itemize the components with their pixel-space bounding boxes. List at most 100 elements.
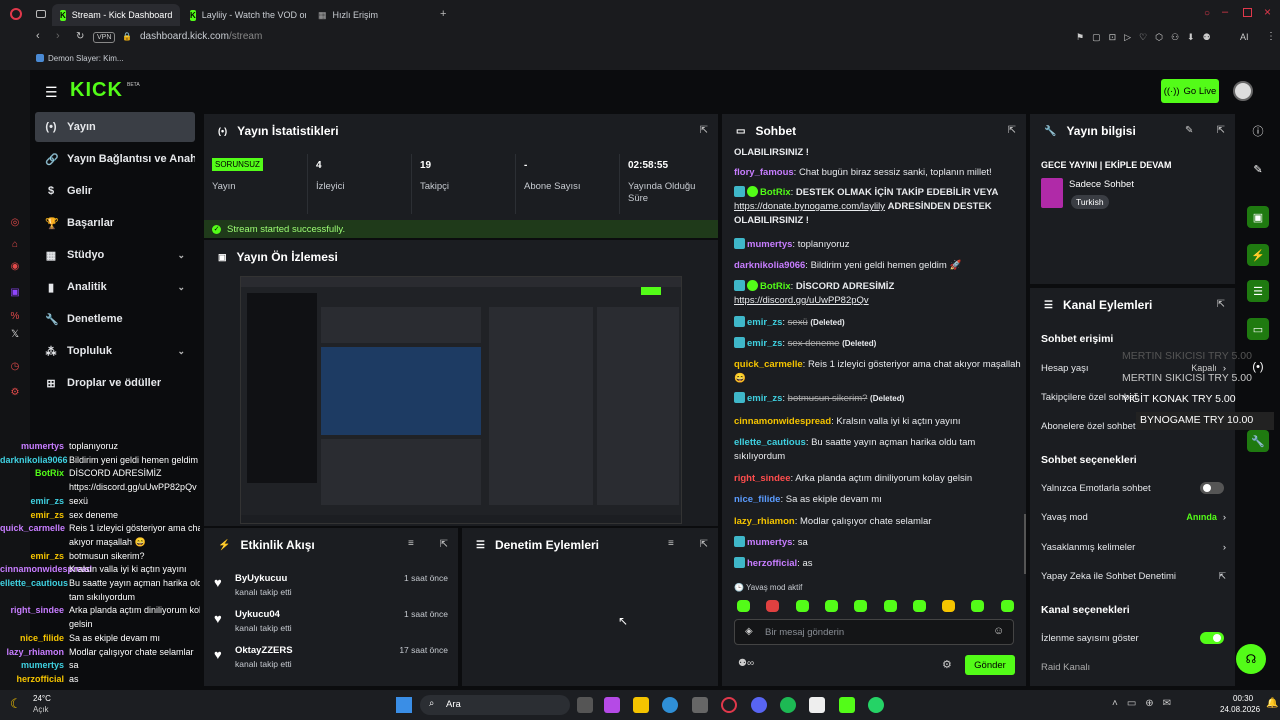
- messenger-icon[interactable]: ◉: [9, 260, 21, 272]
- spotify-icon[interactable]: [780, 697, 796, 713]
- emote-icon[interactable]: [795, 600, 809, 612]
- percent-icon[interactable]: %: [9, 310, 21, 322]
- chat-username[interactable]: mumertys: [747, 239, 792, 250]
- emote-icon[interactable]: [1000, 600, 1014, 612]
- nav-item-analytics[interactable]: ▮ Analitik ⌄: [35, 272, 195, 302]
- nav-item-stream-key[interactable]: 🔗 Yayın Bağlantısı ve Anahtarı: [35, 144, 195, 174]
- clock-time[interactable]: 00:30: [1233, 694, 1253, 703]
- nav-item-drops[interactable]: ⊞ Droplar ve ödüller: [35, 368, 195, 398]
- nav-item-revenue[interactable]: $ Gelir: [35, 176, 195, 206]
- forward-icon[interactable]: ›: [56, 30, 60, 42]
- new-tab-icon[interactable]: +: [440, 8, 446, 20]
- weather-temp[interactable]: 24°C: [33, 694, 51, 703]
- shopping-icon[interactable]: ⌂: [9, 238, 21, 250]
- nav-item-community[interactable]: ⁂ Topluluk ⌄: [35, 336, 195, 366]
- toolbar-extension-icons[interactable]: ⚑▢⊡▷♡⬡⚇⬇⚉: [1076, 32, 1219, 43]
- notifications-icon[interactable]: 🔔: [1266, 698, 1278, 709]
- system-tray-icons[interactable]: ˄▭⊕✉: [1112, 698, 1180, 709]
- hamburger-menu-icon[interactable]: ☰: [45, 84, 58, 101]
- chat-username[interactable]: right_sindee: [734, 473, 791, 484]
- settings-icon[interactable]: ⚙: [9, 386, 21, 398]
- chat-link[interactable]: https://discord.gg/uUwPP82pQv: [734, 295, 869, 306]
- maximize-icon[interactable]: [1243, 8, 1252, 17]
- stream-preview-video[interactable]: [240, 276, 682, 524]
- chat-username[interactable]: herzofficial: [747, 558, 797, 569]
- kick-app-icon[interactable]: [839, 697, 855, 713]
- url-field[interactable]: dashboard.kick.com/stream: [140, 31, 262, 42]
- menu-icon[interactable]: ⋮: [1266, 31, 1276, 42]
- emotes-only-toggle[interactable]: [1200, 482, 1224, 494]
- edit-icon[interactable]: ✎: [1185, 125, 1193, 136]
- support-headset-icon[interactable]: ☊: [1236, 644, 1266, 674]
- capcut-icon[interactable]: [809, 697, 825, 713]
- opera-icon[interactable]: [721, 697, 737, 713]
- aria-icon[interactable]: ◎: [9, 216, 21, 228]
- emote-icon[interactable]: [942, 600, 956, 612]
- chat-username[interactable]: BotRix: [760, 187, 791, 198]
- tab-speed-dial[interactable]: ▦ Hızlı Erişim: [310, 4, 420, 26]
- chat-username[interactable]: darknikolia9066: [734, 260, 805, 271]
- nav-item-yayin[interactable]: (•) Yayın: [35, 112, 195, 142]
- whatsapp-icon[interactable]: [868, 697, 884, 713]
- broadcast-icon[interactable]: (•): [1247, 356, 1269, 378]
- category-name[interactable]: Sadece Sohbet: [1069, 179, 1134, 190]
- chat-input[interactable]: ◈ Bir mesaj gönderin ☺: [734, 619, 1014, 645]
- vpn-badge[interactable]: VPN: [93, 32, 116, 43]
- history-icon[interactable]: ◷: [9, 360, 21, 372]
- users-icon[interactable]: ⚉∞: [738, 658, 754, 669]
- show-viewers-toggle[interactable]: [1200, 632, 1224, 644]
- stats-panel-icon[interactable]: ▣: [1247, 206, 1269, 228]
- activity-name[interactable]: ByUykucuu: [235, 573, 287, 584]
- discord-icon[interactable]: [751, 697, 767, 713]
- lightning-icon[interactable]: ⚡: [1247, 244, 1269, 266]
- opera-logo-icon[interactable]: [10, 8, 22, 20]
- back-icon[interactable]: ‹: [36, 30, 40, 42]
- emote-icon[interactable]: [766, 600, 780, 612]
- setting-slow-mode[interactable]: Yavaş mod Anında ›: [1041, 507, 1226, 527]
- emote-icon[interactable]: [824, 600, 838, 612]
- emote-icon[interactable]: [737, 600, 750, 612]
- chat-username[interactable]: nice_filide: [734, 494, 780, 505]
- minimize-icon[interactable]: –: [1222, 6, 1228, 18]
- emoji-icon[interactable]: ☺: [993, 625, 1004, 637]
- popout-icon[interactable]: ⇱: [440, 539, 448, 550]
- tab-vod[interactable]: K Layliiy - Watch the VOD on: [182, 4, 306, 26]
- emote-icon[interactable]: [883, 600, 897, 612]
- emote-icon[interactable]: [854, 600, 868, 612]
- store-icon[interactable]: [692, 697, 708, 713]
- popout-icon[interactable]: ⇱: [1217, 299, 1225, 310]
- file-explorer-icon[interactable]: [633, 697, 649, 713]
- popout-icon[interactable]: ⇱: [700, 125, 708, 136]
- settings-icon[interactable]: ⚙: [942, 658, 952, 671]
- chat-username[interactable]: lazy_rhiamon: [734, 516, 795, 527]
- send-button[interactable]: Gönder: [965, 655, 1015, 675]
- chat-username[interactable]: emir_zs: [747, 317, 782, 328]
- edge-icon[interactable]: [662, 697, 678, 713]
- close-icon[interactable]: ×: [1264, 5, 1271, 19]
- avatar[interactable]: [1233, 81, 1253, 101]
- windows-start-icon[interactable]: [396, 697, 412, 713]
- nav-item-moderation[interactable]: 🔧 Denetleme: [35, 304, 195, 334]
- chat-icon[interactable]: ▭: [1247, 318, 1269, 340]
- search-icon[interactable]: ○: [1204, 8, 1210, 19]
- filter-icon[interactable]: ≡: [408, 538, 414, 549]
- filter-icon[interactable]: ≡: [668, 538, 674, 549]
- list-icon[interactable]: ☰: [1247, 280, 1269, 302]
- taskbar-search[interactable]: ⌕ Ara: [420, 695, 570, 715]
- bookmark-item[interactable]: Demon Slayer: Kim...: [48, 54, 124, 63]
- x-icon[interactable]: 𝕏: [9, 328, 21, 340]
- copilot-icon[interactable]: [604, 697, 620, 713]
- info-icon[interactable]: ⓘ: [1247, 120, 1269, 142]
- twitch-icon[interactable]: ▣: [9, 286, 21, 298]
- go-live-button[interactable]: ((·)) Go Live: [1161, 79, 1219, 103]
- kick-logo[interactable]: KICK: [70, 79, 123, 102]
- reload-icon[interactable]: ↻: [76, 31, 84, 42]
- chat-username[interactable]: emir_zs: [747, 338, 782, 349]
- chat-scrollbar[interactable]: [1024, 514, 1026, 574]
- tab-kick-dashboard[interactable]: K Stream - Kick Dashboard: [52, 4, 180, 26]
- nav-item-achievements[interactable]: 🏆 Başarılar: [35, 208, 195, 238]
- activity-name[interactable]: Uykucu04: [235, 609, 280, 620]
- ai-button[interactable]: AI: [1240, 32, 1249, 42]
- chat-username[interactable]: cinnamonwidespread: [734, 416, 831, 427]
- nav-item-studio[interactable]: ▦ Stüdyo ⌄: [35, 240, 195, 270]
